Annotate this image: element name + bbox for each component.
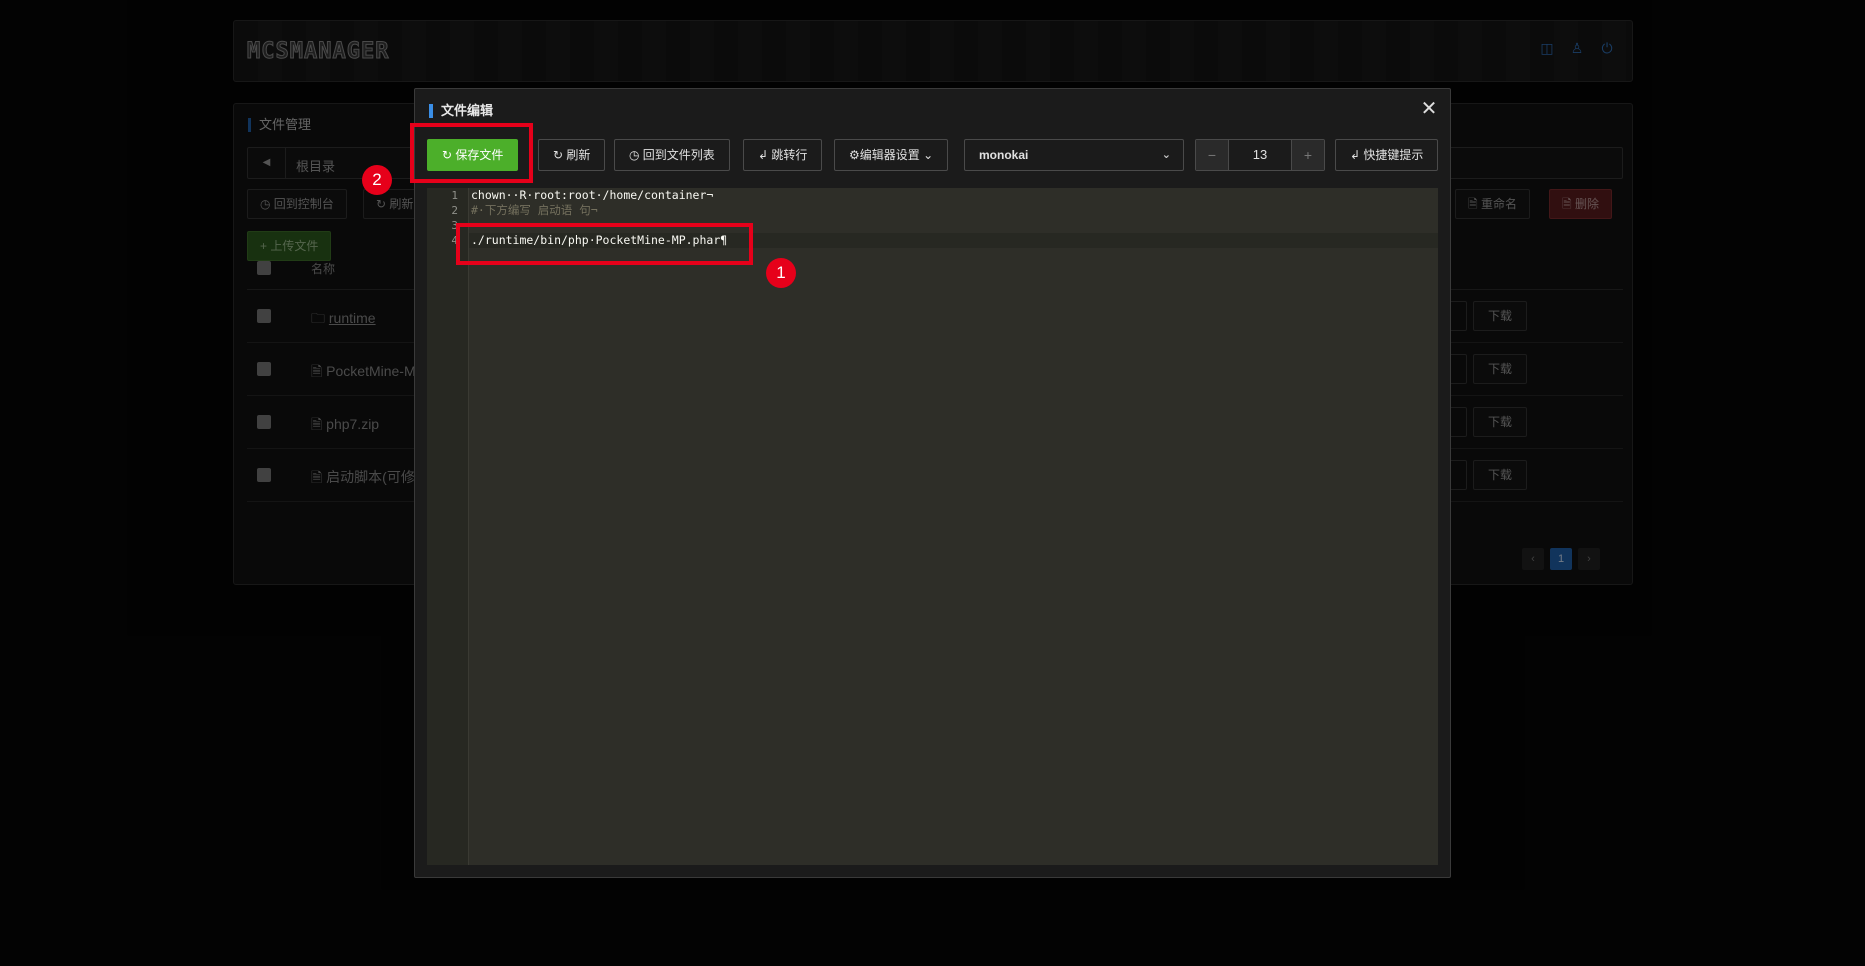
file-edit-modal: 文件编辑 ✕ ↻ 保存文件 ↻ 刷新 ◷ 回到文件列表 ↲ 跳转行 ⚙编辑器设置… (414, 88, 1451, 878)
close-icon[interactable]: ✕ (1418, 98, 1440, 120)
chevron-down-icon: ⌄ (923, 148, 934, 162)
code-line[interactable]: chown··R·root:root·/home/container¬ (471, 188, 727, 203)
highlight-box-code (456, 223, 753, 265)
step-badge-2: 2 (362, 165, 392, 195)
line-number: 1 (451, 189, 458, 202)
theme-select-value: monokai (979, 148, 1029, 162)
modal-title: 文件编辑 (429, 104, 493, 118)
font-size-value[interactable]: 13 (1228, 140, 1292, 170)
editor-settings-button[interactable]: ⚙编辑器设置 ⌄ (834, 139, 949, 171)
theme-select[interactable]: monokai ⌄ (964, 139, 1184, 171)
code-line[interactable]: #·下方编写 启动语 句¬ (471, 203, 727, 218)
line-number-gutter: 1 2 3 4 (427, 188, 469, 865)
line-number: 2 (451, 204, 458, 217)
chevron-down-icon: ⌄ (1161, 149, 1171, 161)
editor-refresh-button[interactable]: ↻ 刷新 (538, 139, 606, 171)
step-badge-1: 1 (766, 258, 796, 288)
shortcuts-hint-button[interactable]: ↲ 快捷键提示 (1335, 139, 1439, 171)
decrease-font-button[interactable]: − (1196, 140, 1228, 170)
highlight-box-save (410, 123, 533, 183)
font-size-stepper[interactable]: − 13 + (1195, 139, 1325, 171)
editor-settings-label: ⚙编辑器设置 (849, 148, 920, 162)
increase-font-button[interactable]: + (1292, 140, 1324, 170)
code-editor[interactable]: 1 2 3 4 chown··R·root:root·/home/contain… (427, 188, 1438, 865)
back-to-file-list-button[interactable]: ◷ 回到文件列表 (614, 139, 730, 171)
goto-line-button[interactable]: ↲ 跳转行 (743, 139, 823, 171)
